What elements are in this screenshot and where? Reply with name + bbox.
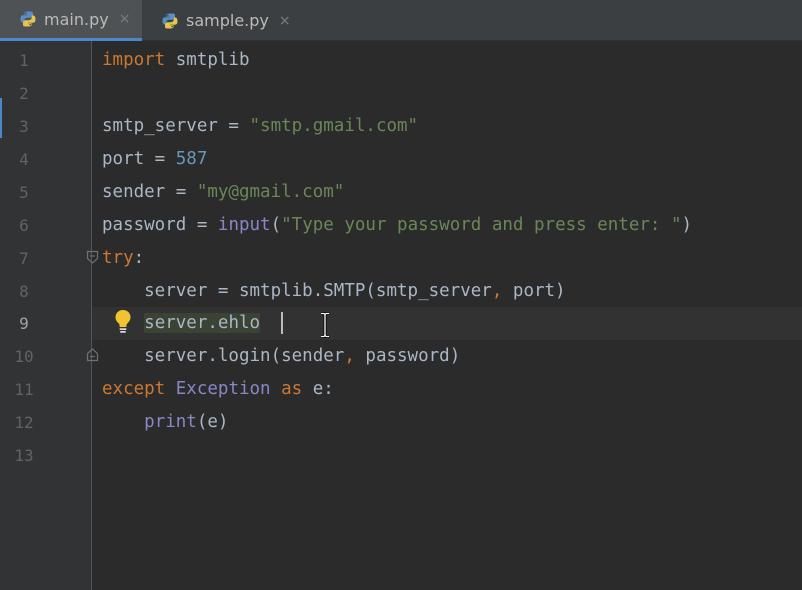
python-file-icon	[20, 11, 36, 27]
code-token: :	[133, 248, 145, 268]
text-caret	[281, 312, 283, 334]
keyword-token: import	[102, 50, 166, 70]
fold-icon[interactable]	[86, 250, 99, 264]
code-token: port)	[502, 281, 566, 301]
fold-icon[interactable]	[86, 348, 99, 362]
string-token: "smtp.gmail.com"	[249, 116, 419, 136]
code-token: (e)	[196, 412, 229, 432]
code-line-4[interactable]: port = 587	[102, 143, 207, 176]
tab-sample-py[interactable]: sample.py ×	[142, 0, 302, 41]
string-token: "Type your password and press enter: "	[281, 215, 682, 235]
code-line-7[interactable]: try:	[102, 242, 144, 275]
builtin-token: input	[217, 215, 271, 235]
code-token: smtp_server =	[102, 116, 250, 136]
number-token: 587	[175, 149, 208, 169]
code-token: port =	[102, 149, 176, 169]
code-line-8[interactable]: server = smtplib.SMTP(smtp_server, port)	[102, 275, 566, 308]
keyword-token: as	[281, 379, 303, 399]
close-icon[interactable]: ×	[279, 13, 291, 29]
text-cursor-icon	[321, 312, 329, 338]
line-number: 13	[14, 446, 34, 465]
line-number: 8	[19, 282, 29, 301]
line-number: 11	[14, 380, 34, 399]
tab-label: sample.py	[186, 11, 269, 30]
comma-token: ,	[491, 281, 503, 301]
line-number: 4	[19, 150, 29, 169]
code-token: smtplib	[165, 50, 250, 70]
line-number: 12	[14, 413, 34, 432]
class-token: Exception	[175, 379, 271, 399]
code-line-12[interactable]: print(e)	[102, 406, 228, 439]
line-number: 5	[19, 183, 29, 202]
string-token: "my@gmail.com"	[196, 182, 345, 202]
builtin-token: print	[144, 412, 197, 432]
code-line-9[interactable]: server.ehlo	[102, 307, 261, 340]
line-number: 1	[19, 51, 29, 70]
code-token: (	[270, 215, 282, 235]
keyword-token: try	[102, 248, 134, 268]
code-token: )	[681, 215, 693, 235]
code-line-11[interactable]: except Exception as e:	[102, 373, 334, 406]
code-line-3[interactable]: smtp_server = "smtp.gmail.com"	[102, 110, 418, 143]
code-token: password =	[102, 215, 218, 235]
tab-main-py[interactable]: main.py ×	[0, 0, 142, 41]
code-line-5[interactable]: sender = "my@gmail.com"	[102, 176, 344, 209]
line-number: 2	[19, 84, 29, 103]
tab-label: main.py	[44, 9, 109, 29]
line-number: 3	[19, 117, 29, 136]
ide-window: main.py × sample.py × 1 2 3 4 5 6 7 8 9 …	[0, 0, 802, 590]
python-file-icon	[162, 13, 178, 28]
code-token: password)	[354, 346, 461, 366]
line-number-current: 9	[19, 314, 29, 333]
code-line-10[interactable]: server.login(sender, password)	[102, 340, 460, 373]
editor-tab-bar: main.py × sample.py ×	[0, 0, 802, 41]
close-icon[interactable]: ×	[119, 11, 131, 27]
line-number: 10	[14, 347, 34, 366]
code-token: server.login(sender	[102, 346, 345, 366]
code-token: server = smtplib.SMTP(smtp_server	[102, 281, 492, 301]
code-line-6[interactable]: password = input("Type your password and…	[102, 209, 692, 242]
code-token: e:	[302, 379, 334, 399]
keyword-token: except	[102, 379, 166, 399]
comma-token: ,	[344, 346, 355, 366]
code-token: sender =	[102, 182, 197, 202]
highlighted-token: server.ehlo	[144, 313, 261, 333]
code-editor[interactable]: 1 2 3 4 5 6 7 8 9 10 11 12 13 import smt…	[0, 41, 802, 590]
code-line-1[interactable]: import smtplib	[102, 44, 250, 77]
line-number: 6	[19, 216, 29, 235]
line-number: 7	[19, 249, 29, 268]
